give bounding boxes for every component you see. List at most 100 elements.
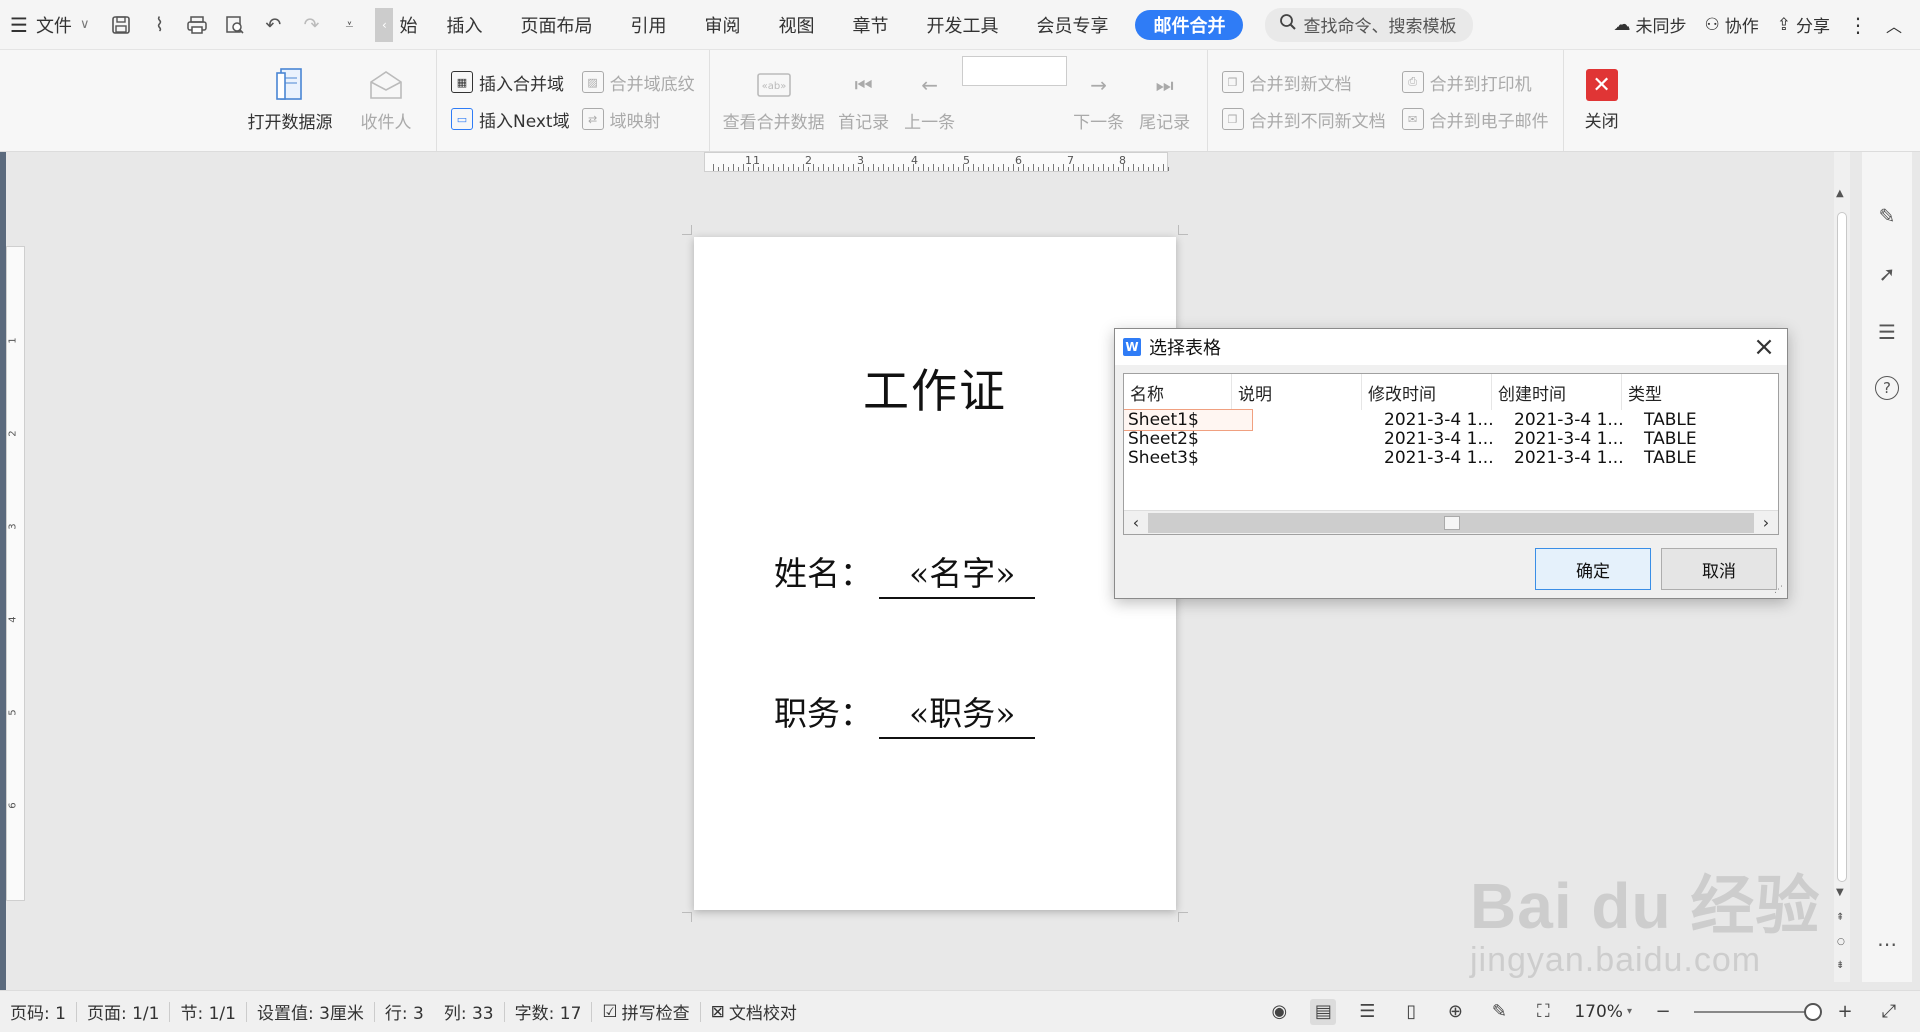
vertical-scrollbar[interactable]: ▲ ▼ ⇞ ○ ⇟: [1834, 152, 1850, 982]
tab-page-layout[interactable]: 页面布局: [501, 0, 611, 50]
document-page[interactable]: 工作证 姓名： «名字» 职务： «职务»: [682, 225, 1188, 922]
merge-new-doc-button[interactable]: ❐ 合并到新文档: [1221, 70, 1386, 95]
tab-member[interactable]: 会员专享: [1017, 0, 1127, 50]
next-record-button[interactable]: → 下一条: [1067, 50, 1131, 151]
scrollbar-thumb[interactable]: [1837, 212, 1847, 882]
last-record-button[interactable]: ⏭ 尾记录: [1131, 50, 1199, 151]
save-icon[interactable]: [109, 13, 133, 37]
pen-icon[interactable]: ✎: [1873, 202, 1901, 230]
column-header-created[interactable]: 创建时间: [1492, 374, 1622, 410]
scroll-track[interactable]: [1148, 512, 1754, 533]
next-page-icon[interactable]: ⇟: [1836, 960, 1844, 971]
dialog-titlebar[interactable]: W 选择表格 ×: [1115, 329, 1787, 365]
zoom-out-icon[interactable]: −: [1650, 999, 1676, 1025]
column-header-type[interactable]: 类型: [1622, 374, 1778, 410]
eye-protection-icon[interactable]: ◉: [1266, 999, 1292, 1025]
reading-view-icon[interactable]: ▯: [1398, 999, 1424, 1025]
column-header-modified[interactable]: 修改时间: [1362, 374, 1492, 410]
customize-toolbar-icon[interactable]: ⩡: [337, 13, 361, 37]
tab-mail-merge[interactable]: 邮件合并: [1135, 9, 1244, 40]
table-row[interactable]: Sheet2$ 2021-3-4 1... 2021-3-4 1... TABL…: [1124, 429, 1778, 449]
recipients-button[interactable]: 收件人: [344, 50, 428, 151]
vertical-ruler[interactable]: 1 2 3 4 5 6: [6, 246, 25, 901]
command-search-input[interactable]: 查找命令、搜索模板: [1265, 7, 1474, 42]
open-datasource-button[interactable]: 打开数据源: [236, 50, 344, 151]
tab-scroll-left[interactable]: ‹: [371, 0, 397, 50]
tab-home[interactable]: 始: [397, 0, 427, 50]
status-col[interactable]: 列: 33: [434, 999, 504, 1024]
status-page[interactable]: 页面: 1/1: [77, 999, 170, 1024]
format-painter-icon[interactable]: ⌇: [147, 13, 171, 37]
tab-insert[interactable]: 插入: [427, 0, 501, 50]
print-icon[interactable]: [185, 13, 209, 37]
insert-next-field-button[interactable]: ▭ 插入Next域: [451, 107, 570, 132]
tab-view[interactable]: 视图: [759, 0, 833, 50]
scroll-left-icon[interactable]: ‹: [1124, 513, 1148, 532]
tab-developer[interactable]: 开发工具: [907, 0, 1017, 50]
merge-diff-docs-button[interactable]: ❐ 合并到不同新文档: [1221, 107, 1386, 132]
fullscreen-icon[interactable]: ⤢: [1876, 999, 1902, 1025]
table-row[interactable]: Sheet1$ 2021-3-4 1... 2021-3-4 1... TABL…: [1124, 408, 1778, 431]
status-section[interactable]: 节: 1/1: [170, 999, 246, 1024]
dialog-close-icon[interactable]: ×: [1749, 332, 1779, 362]
job-merge-field[interactable]: «职务»: [879, 687, 1036, 739]
status-setting[interactable]: 设置值: 3厘米: [247, 999, 374, 1024]
merge-printer-button[interactable]: ⎙ 合并到打印机: [1401, 70, 1549, 95]
table-list[interactable]: 名称 说明 修改时间 创建时间 类型 Sheet1$ 2021-3-4 1...…: [1123, 373, 1779, 535]
settings-sliders-icon[interactable]: ☰: [1873, 318, 1901, 346]
zoom-slider[interactable]: [1694, 1002, 1822, 1021]
scroll-down-icon[interactable]: ▼: [1836, 887, 1844, 898]
web-view-icon[interactable]: ⊕: [1442, 999, 1468, 1025]
horizontal-ruler[interactable]: 11 2 3 4 5 6 7 8: [704, 152, 1169, 172]
share-button[interactable]: ⇪ 分享: [1777, 12, 1830, 38]
ok-button[interactable]: 确定: [1535, 548, 1651, 590]
page-view-icon[interactable]: ▤: [1310, 998, 1337, 1025]
view-merged-data-button[interactable]: «ab» 查看合并数据: [718, 50, 830, 151]
zoom-slider-knob[interactable]: [1804, 1002, 1822, 1021]
scroll-thumb[interactable]: [1444, 515, 1460, 530]
status-word-count[interactable]: 字数: 17: [505, 999, 592, 1024]
name-merge-field[interactable]: «名字»: [879, 547, 1036, 599]
print-preview-icon[interactable]: [223, 13, 247, 37]
undo-icon[interactable]: ↶: [261, 13, 285, 37]
doc-review-button[interactable]: ⊠ 文档校对: [701, 999, 807, 1025]
tab-review[interactable]: 审阅: [685, 0, 759, 50]
select-browse-icon[interactable]: ○: [1837, 937, 1845, 947]
redo-icon[interactable]: ↷: [299, 13, 323, 37]
zoom-in-icon[interactable]: +: [1832, 999, 1858, 1025]
column-header-name[interactable]: 名称: [1124, 374, 1232, 410]
outline-view-icon[interactable]: ☰: [1354, 999, 1380, 1025]
spell-check-button[interactable]: ☑ 拼写检查: [592, 999, 699, 1025]
first-record-button[interactable]: ⏮ 首记录: [830, 50, 898, 151]
sync-button[interactable]: ☁ 未同步: [1613, 12, 1686, 38]
fit-page-icon[interactable]: ⛶: [1530, 999, 1556, 1025]
horizontal-scrollbar[interactable]: ‹ ›: [1124, 510, 1778, 534]
close-mail-merge-button[interactable]: ✕ 关闭: [1572, 69, 1632, 132]
column-header-description[interactable]: 说明: [1232, 374, 1362, 410]
help-icon[interactable]: ?: [1875, 376, 1899, 400]
collapse-ribbon-icon[interactable]: ︿: [1886, 13, 1902, 37]
select-cursor-icon[interactable]: ➚: [1873, 260, 1901, 288]
tab-chapter[interactable]: 章节: [833, 0, 907, 50]
scroll-up-icon[interactable]: ▲: [1836, 188, 1844, 199]
collab-button[interactable]: ⚇ 协作: [1704, 12, 1758, 38]
status-row[interactable]: 行: 3: [375, 999, 434, 1024]
zoom-level[interactable]: 170% ▾: [1574, 1002, 1632, 1022]
table-row[interactable]: Sheet3$ 2021-3-4 1... 2021-3-4 1... TABL…: [1124, 448, 1778, 468]
field-mapping-button[interactable]: ⇄ 域映射: [581, 107, 695, 132]
file-menu[interactable]: ☰ 文件 ∨: [0, 0, 99, 50]
insert-merge-field-button[interactable]: ▦ 插入合并域: [451, 70, 570, 95]
more-icon[interactable]: ⋮: [1848, 13, 1868, 37]
prev-record-button[interactable]: ← 上一条: [898, 50, 962, 151]
status-page-code[interactable]: 页码: 1: [0, 999, 76, 1024]
cancel-button[interactable]: 取消: [1661, 548, 1777, 590]
write-mode-icon[interactable]: ✎: [1486, 999, 1512, 1025]
merge-email-button[interactable]: ✉ 合并到电子邮件: [1401, 107, 1549, 132]
merge-field-shading-button[interactable]: ▨ 合并域底纹: [581, 70, 695, 95]
scroll-right-icon[interactable]: ›: [1754, 513, 1778, 532]
resize-grip-icon[interactable]: ⋰: [1774, 585, 1786, 597]
more-tools-icon[interactable]: ⋯: [1873, 930, 1901, 958]
record-number-input[interactable]: [961, 56, 1067, 86]
tab-references[interactable]: 引用: [611, 0, 685, 50]
prev-page-icon[interactable]: ⇞: [1836, 912, 1844, 923]
